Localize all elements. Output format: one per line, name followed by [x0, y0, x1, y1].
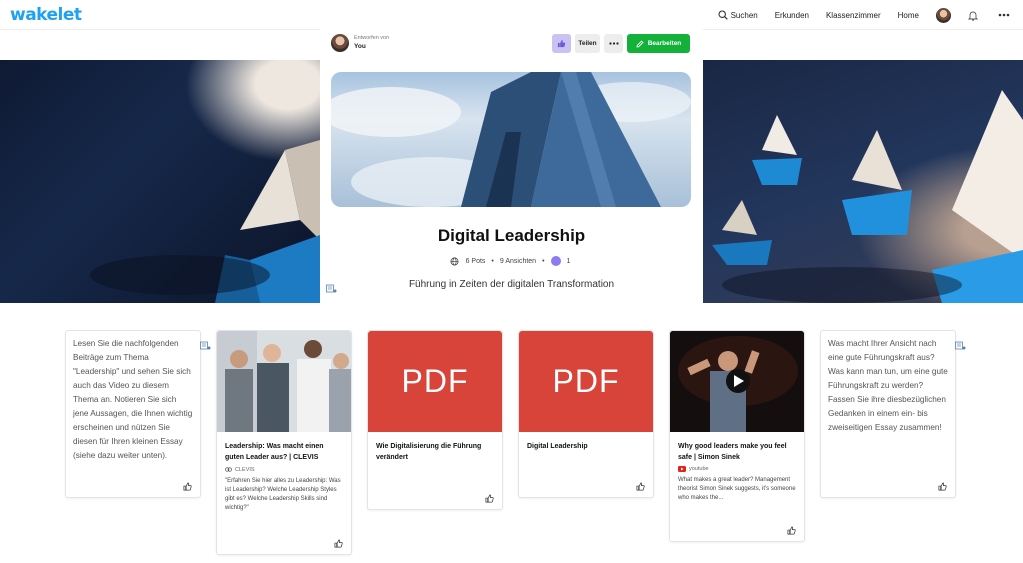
creator-info: Entworfen von You — [331, 34, 389, 52]
nav-right: Suchen Erkunden Klassenzimmer Home — [701, 0, 1013, 30]
creator-label: Entworfen von — [354, 35, 390, 41]
meta-separator: • — [542, 257, 545, 265]
pdf-card-digital-leadership[interactable]: PDF Digital Leadership — [518, 330, 654, 498]
more-menu-button[interactable] — [998, 13, 1013, 17]
views-count: 9 Ansichten — [499, 257, 537, 265]
card-title: Why good leaders make you feel safe | Si… — [678, 443, 787, 461]
thumbs-up-icon[interactable] — [183, 482, 192, 491]
thumbs-up-icon — [557, 39, 566, 48]
more-dots-icon — [998, 13, 1010, 17]
share-button[interactable]: Teilen — [575, 34, 600, 53]
collection-actions: Teilen Bearbeiten — [552, 34, 690, 53]
pdf-card-digitalisierung[interactable]: PDF Wie Digitalisierung die Führung verä… — [367, 330, 503, 510]
like-button[interactable] — [552, 34, 571, 53]
pencil-icon — [636, 39, 644, 48]
globe-icon — [450, 257, 459, 265]
card-source: youtube — [670, 463, 804, 472]
card-title: Wie Digitalisierung die Führung veränder… — [376, 443, 482, 461]
posts-count: 6 Pots — [465, 257, 486, 265]
skyscraper-image — [331, 72, 691, 207]
collection-title: Digital Leadership — [437, 226, 586, 245]
bell-icon — [968, 11, 978, 21]
essay-text-card[interactable]: Was macht Ihrer Ansicht nach eine gute F… — [820, 330, 956, 498]
youtube-icon — [678, 466, 686, 472]
link-source-icon — [225, 467, 232, 472]
card-source-label: youtube — [689, 466, 709, 472]
collection-more-button[interactable] — [604, 34, 623, 53]
hero-background-right — [702, 60, 1023, 303]
edit-button[interactable]: Bearbeiten — [627, 34, 690, 53]
clevis-link-card[interactable]: Leadership: Was macht einen guten Leader… — [216, 330, 352, 555]
thumbs-up-icon[interactable] — [485, 494, 494, 503]
wakelet-logo[interactable]: wakelet — [10, 5, 82, 25]
card-excerpt: "Erfahren Sie hier alles zu Leadership: … — [225, 478, 341, 511]
immersive-reader-icon[interactable] — [955, 341, 966, 351]
collection-description: Führung in Zeiten der digitalen Transfor… — [408, 279, 615, 290]
thumbs-up-icon[interactable] — [938, 482, 947, 491]
nav-classroom[interactable]: Klassenzimmer — [826, 11, 881, 20]
immersive-reader-icon[interactable] — [200, 341, 211, 351]
nav-search[interactable]: Suchen — [718, 10, 758, 20]
intro-text-card[interactable]: Lesen Sie die nachfolgenden Beiträge zum… — [65, 330, 201, 498]
thumbs-up-icon[interactable] — [334, 539, 343, 548]
pdf-thumbnail: PDF — [519, 331, 653, 432]
nav-home[interactable]: Home — [898, 11, 919, 20]
likes-count: 1 — [566, 257, 571, 265]
thumbs-up-icon[interactable] — [636, 482, 645, 491]
speaker-video-image — [670, 331, 804, 432]
top-nav: wakelet Suchen Erkunden Klassenzimmer Ho… — [0, 0, 1023, 30]
pdf-thumbnail: PDF — [368, 331, 502, 432]
nav-explore[interactable]: Erkunden — [775, 11, 809, 20]
cover-image — [331, 72, 691, 207]
card-source: CLEVIS — [217, 463, 351, 473]
thumbs-up-icon[interactable] — [787, 526, 796, 535]
paper-boats-image — [712, 90, 1023, 303]
intro-text: Lesen Sie die nachfolgenden Beiträge zum… — [73, 339, 193, 460]
creator-name[interactable]: You — [354, 42, 389, 51]
immersive-reader-icon[interactable] — [326, 284, 337, 294]
card-title: Digital Leadership — [527, 443, 588, 450]
card-source-label: CLEVIS — [235, 466, 255, 473]
profile-avatar[interactable] — [936, 7, 951, 23]
avatar — [936, 7, 951, 23]
hero-background-left — [0, 60, 320, 303]
nav-search-label: Suchen — [730, 10, 758, 20]
edit-button-label: Bearbeiten — [647, 40, 682, 47]
collection-meta: 6 Pots • 9 Ansichten • 1 — [320, 256, 703, 266]
video-thumbnail[interactable] — [670, 331, 804, 432]
notifications-button[interactable] — [968, 10, 981, 21]
business-people-image — [217, 331, 351, 432]
card-title: Leadership: Was macht einen guten Leader… — [225, 443, 324, 461]
card-excerpt: What makes a great leader? Management th… — [678, 477, 796, 501]
like-count-icon — [550, 256, 561, 266]
card-thumbnail — [217, 331, 351, 432]
meta-separator: • — [491, 257, 494, 265]
paper-boat-image — [90, 140, 320, 303]
more-dots-icon — [608, 42, 619, 45]
creator-avatar[interactable] — [331, 34, 349, 52]
essay-text: Was macht Ihrer Ansicht nach eine gute F… — [828, 339, 948, 432]
search-icon — [718, 10, 728, 20]
video-card-simon-sinek[interactable]: Why good leaders make you feel safe | Si… — [669, 330, 805, 542]
